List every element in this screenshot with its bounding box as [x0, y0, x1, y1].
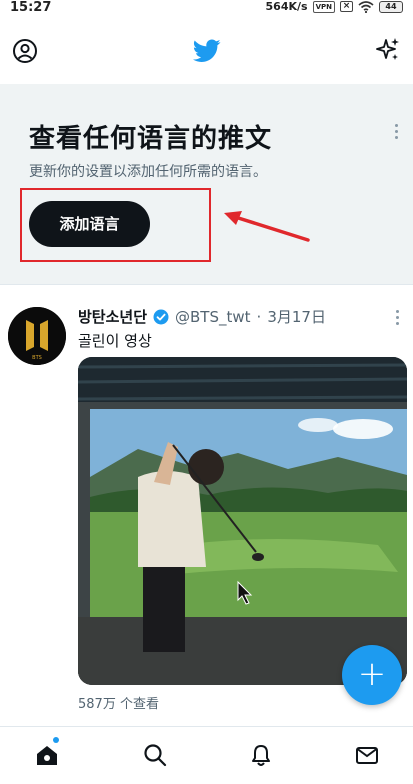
home-notification-dot [53, 737, 59, 743]
notifications-icon[interactable] [247, 741, 275, 769]
network-speed: 564K/s [265, 0, 308, 13]
top-app-bar [0, 16, 413, 84]
sim-off-icon: × [340, 1, 353, 12]
status-bar: 15:27 564K/s VPN × 44 [0, 0, 413, 16]
golf-simulator-image [78, 357, 407, 685]
status-indicators: 564K/s VPN × 44 [266, 0, 403, 13]
author-handle: @BTS_twt [175, 307, 251, 326]
promo-more-icon[interactable] [395, 124, 399, 142]
bottom-navigation [0, 726, 413, 784]
wifi-icon [358, 0, 374, 13]
verified-badge-icon [153, 309, 169, 324]
svg-text:BTS: BTS [32, 355, 42, 361]
tweet-media-image[interactable] [78, 357, 407, 685]
twitter-bird-icon[interactable] [193, 39, 221, 63]
annotation-highlight-box [20, 188, 211, 262]
separator-dot: · [256, 307, 262, 326]
avatar[interactable]: BTS [8, 307, 66, 365]
annotation-arrow-icon [224, 211, 310, 242]
messages-icon[interactable] [353, 741, 381, 769]
view-count: 587万 个查看 [78, 697, 159, 712]
divider [0, 284, 413, 285]
promo-title: 查看任何语言的推文 [29, 124, 273, 154]
status-time: 15:27 [10, 0, 52, 15]
vpn-icon: VPN [312, 0, 335, 13]
profile-icon[interactable] [12, 38, 38, 64]
tweet-date: 3月17日 [267, 308, 326, 326]
bts-logo-icon: BTS [8, 307, 66, 365]
sparkle-icon[interactable] [375, 37, 401, 63]
language-promo-card: 查看任何语言的推文 更新你的设置以添加任何所需的语言。 添加语言 [0, 84, 413, 284]
compose-tweet-button[interactable]: + [342, 645, 402, 705]
tweet-more-icon[interactable] [396, 310, 400, 326]
tweet-text: 골린이 영상 [78, 332, 152, 350]
battery-icon: 44 [379, 0, 403, 13]
home-icon[interactable] [33, 741, 61, 769]
search-icon[interactable] [141, 741, 169, 769]
author-name[interactable]: 방탄소년단 [78, 306, 147, 327]
promo-subtitle: 更新你的设置以添加任何所需的语言。 [29, 164, 267, 180]
tweet-header: 방탄소년단 @BTS_twt · 3月17日 [78, 306, 326, 327]
